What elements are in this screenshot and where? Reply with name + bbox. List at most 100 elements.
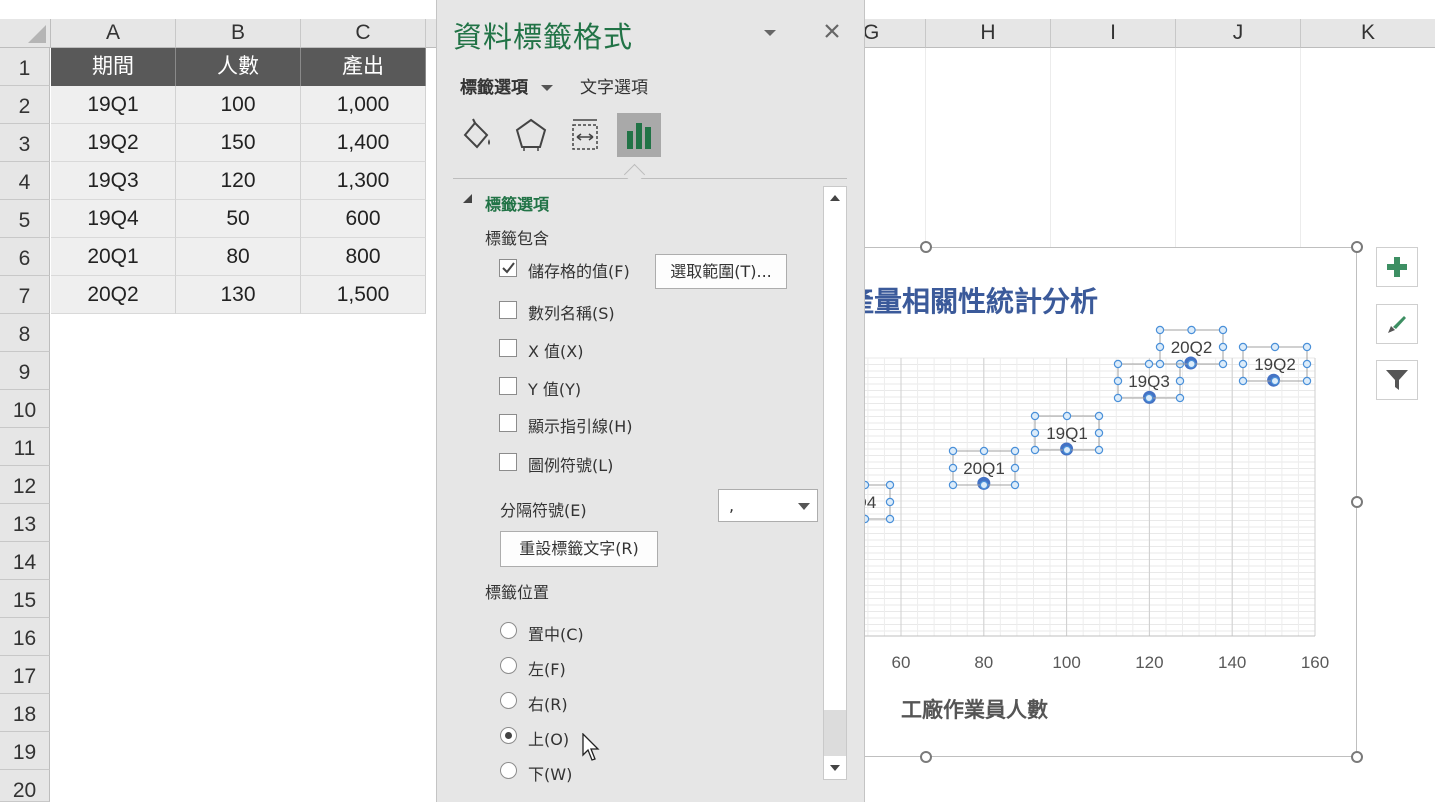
tab-text-options[interactable]: 文字選項 (580, 73, 648, 98)
checkbox[interactable] (499, 414, 517, 432)
row-header[interactable]: 5 (0, 200, 50, 238)
checkbox-label[interactable]: X 值(X) (528, 338, 584, 362)
checkbox-label[interactable]: 數列名稱(S) (528, 300, 615, 324)
column-header-i[interactable]: I (1051, 19, 1176, 48)
pane-options-button[interactable] (762, 24, 778, 43)
row-header[interactable]: 20 (0, 770, 50, 802)
tab-label-options[interactable]: 標籤選項 (460, 73, 554, 98)
chart-styles-button[interactable] (1376, 304, 1418, 344)
row-header[interactable]: 6 (0, 238, 50, 276)
radio-button[interactable] (500, 657, 517, 674)
checkbox[interactable] (499, 259, 517, 277)
radio-button[interactable] (500, 762, 517, 779)
chart-title[interactable]: 產量相關性統計分析 (860, 280, 1160, 320)
separator-select[interactable]: , (718, 489, 818, 522)
resize-handle[interactable] (1351, 241, 1363, 253)
row-header[interactable]: 7 (0, 276, 50, 314)
table-cell[interactable]: 19Q2 (51, 124, 176, 162)
table-cell[interactable]: 800 (301, 238, 426, 276)
row-header[interactable]: 11 (0, 428, 50, 466)
select-range-button[interactable]: 選取範圍(T)... (655, 254, 787, 289)
radio-button[interactable] (500, 622, 517, 639)
checkbox-label[interactable]: 圖例符號(L) (528, 452, 613, 476)
chart-filters-button[interactable] (1376, 360, 1418, 400)
table-cell[interactable]: 1,500 (301, 276, 426, 314)
format-data-labels-pane[interactable]: 資料標籤格式 標籤選項 文字選項 標籤選項 標籤包含 儲存格的值(F) 數列名稱(… (436, 0, 865, 802)
column-header-j[interactable]: J (1176, 19, 1301, 48)
row-header[interactable]: 13 (0, 504, 50, 542)
table-cell[interactable]: 20Q1 (51, 238, 176, 276)
label-options-tab[interactable] (617, 113, 661, 157)
checkbox[interactable] (499, 301, 517, 319)
fill-line-tab[interactable] (455, 113, 499, 157)
table-cell[interactable]: 1,300 (301, 162, 426, 200)
pane-scrollbar[interactable] (823, 186, 847, 780)
column-header-a[interactable]: A (51, 19, 176, 48)
table-header-cell[interactable]: 期間 (51, 48, 176, 86)
row-header[interactable]: 4 (0, 162, 50, 200)
table-header-cell[interactable]: 產出 (301, 48, 426, 86)
x-axis-title[interactable]: 工廠作業員人數 (901, 694, 1048, 724)
reset-label-text-button[interactable]: 重設標籤文字(R) (500, 531, 658, 567)
column-header-b[interactable]: B (176, 19, 301, 48)
collapse-triangle-icon[interactable] (463, 194, 472, 203)
table-cell[interactable]: 19Q4 (51, 200, 176, 238)
table-cell[interactable]: 100 (176, 86, 301, 124)
row-header[interactable]: 3 (0, 124, 50, 162)
table-cell[interactable]: 20Q2 (51, 276, 176, 314)
table-cell[interactable]: 19Q1 (51, 86, 176, 124)
scroll-up-button[interactable] (824, 187, 846, 209)
row-header[interactable]: 1 (0, 48, 50, 86)
checkbox-label[interactable]: Y 值(Y) (528, 376, 581, 400)
row-header[interactable]: 18 (0, 694, 50, 732)
table-cell[interactable]: 150 (176, 124, 301, 162)
resize-handle[interactable] (920, 751, 932, 763)
size-properties-tab[interactable] (563, 113, 607, 157)
resize-handle[interactable] (920, 241, 932, 253)
row-header[interactable]: 17 (0, 656, 50, 694)
radio-button[interactable] (500, 727, 517, 744)
radio-button[interactable] (500, 692, 517, 709)
effects-tab[interactable] (509, 113, 553, 157)
row-header[interactable]: 19 (0, 732, 50, 770)
row-header[interactable]: 10 (0, 390, 50, 428)
table-cell[interactable]: 1,400 (301, 124, 426, 162)
checkbox-label[interactable]: 儲存格的值(F) (528, 258, 630, 282)
row-header[interactable]: 14 (0, 542, 50, 580)
row-header[interactable]: 8 (0, 314, 50, 352)
table-header-cell[interactable]: 人數 (176, 48, 301, 86)
scatter-chart[interactable]: 608010012014016019Q119Q219Q3Q420Q120Q2 (860, 248, 1357, 758)
chart-elements-button[interactable] (1376, 247, 1418, 287)
chart-area[interactable]: 608010012014016019Q119Q219Q3Q420Q120Q2 產… (860, 247, 1357, 757)
radio-label[interactable]: 右(R) (528, 691, 568, 715)
select-all-corner[interactable] (0, 19, 51, 48)
row-header[interactable]: 12 (0, 466, 50, 504)
radio-label[interactable]: 上(O) (528, 726, 569, 750)
row-header[interactable]: 15 (0, 580, 50, 618)
resize-handle[interactable] (1351, 751, 1363, 763)
radio-label[interactable]: 置中(C) (528, 621, 584, 645)
resize-handle[interactable] (1351, 496, 1363, 508)
column-header-k[interactable]: K (1301, 19, 1435, 48)
scroll-down-button[interactable] (824, 757, 846, 779)
checkbox[interactable] (499, 453, 517, 471)
table-cell[interactable]: 19Q3 (51, 162, 176, 200)
table-cell[interactable]: 50 (176, 200, 301, 238)
column-header-g[interactable]: G (863, 19, 926, 48)
pane-close-button[interactable] (823, 22, 841, 44)
row-header[interactable]: 16 (0, 618, 50, 656)
row-header[interactable]: 2 (0, 86, 50, 124)
column-header-c[interactable]: C (301, 19, 426, 48)
radio-label[interactable]: 左(F) (528, 656, 566, 680)
checkbox-label[interactable]: 顯示指引線(H) (528, 413, 633, 437)
scroll-thumb[interactable] (824, 710, 846, 756)
checkbox[interactable] (499, 377, 517, 395)
radio-label[interactable]: 下(W) (528, 761, 572, 785)
row-header[interactable]: 9 (0, 352, 50, 390)
section-label-options[interactable]: 標籤選項 (485, 191, 549, 215)
table-cell[interactable]: 600 (301, 200, 426, 238)
table-cell[interactable]: 80 (176, 238, 301, 276)
table-cell[interactable]: 1,000 (301, 86, 426, 124)
column-header-h[interactable]: H (926, 19, 1051, 48)
table-cell[interactable]: 130 (176, 276, 301, 314)
